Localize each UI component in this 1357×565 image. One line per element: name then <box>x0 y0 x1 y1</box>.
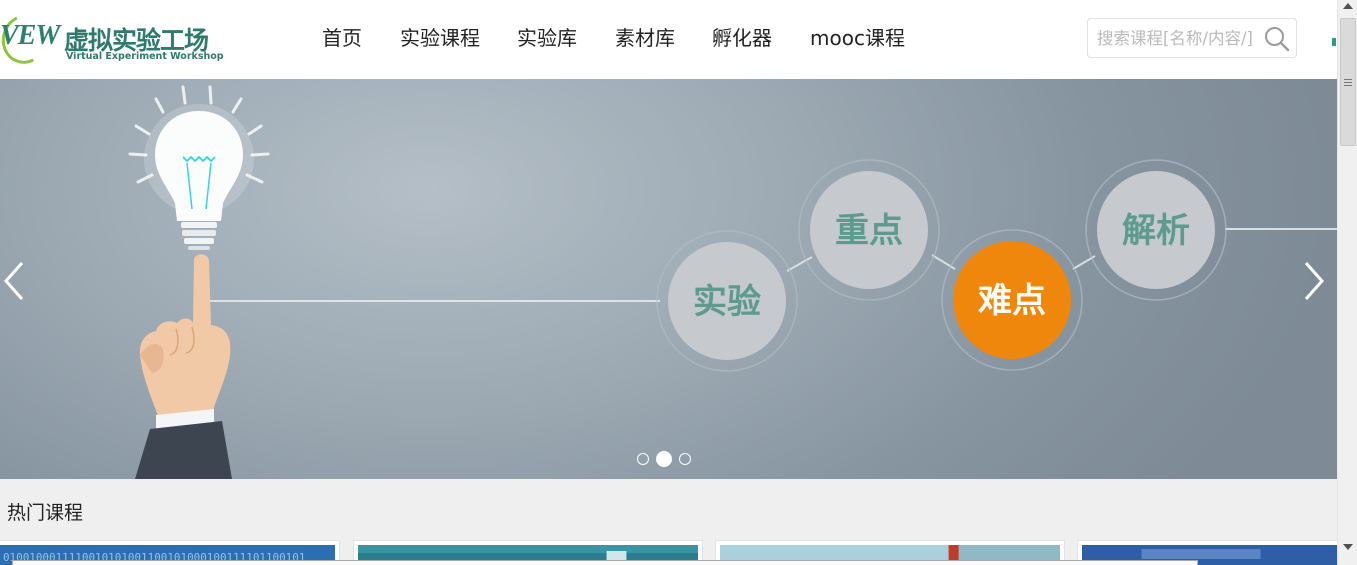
scroll-up-arrow-icon[interactable] <box>1343 3 1353 9</box>
chevron-left-icon <box>3 262 24 300</box>
bubble-label-jiexi: 解析 <box>1122 211 1190 251</box>
carousel-next-button[interactable] <box>1298 259 1330 303</box>
vertical-scrollbar[interactable] <box>1337 0 1357 565</box>
nav-item-mooc[interactable]: mooc课程 <box>810 24 905 52</box>
nav-item-home[interactable]: 首页 <box>322 24 362 52</box>
bubble-label-shiyan: 实验 <box>693 282 761 322</box>
horizontal-scroll-edge <box>12 560 1198 565</box>
hero-carousel: 实验 重点 难点 解析 <box>0 79 1337 479</box>
bubble-label-zhongdian: 重点 <box>835 211 903 251</box>
edge-marker <box>1332 38 1336 46</box>
logo-mark: VEW <box>0 20 60 51</box>
nav-item-materials[interactable]: 素材库 <box>615 24 675 52</box>
carousel-dot-2[interactable] <box>656 451 672 467</box>
logo-name-en: Virtual Experiment Workshop <box>66 51 224 62</box>
bubble-label-nandian: 难点 <box>978 281 1046 321</box>
carousel-dot-3[interactable] <box>679 453 691 465</box>
search-icon[interactable] <box>1263 25 1291 53</box>
scrollbar-thumb[interactable] <box>1340 18 1356 146</box>
search-input[interactable] <box>1088 19 1260 57</box>
site-logo[interactable]: VEW 虚拟实验工场 Virtual Experiment Workshop <box>0 7 240 71</box>
carousel-prev-button[interactable] <box>0 259 32 303</box>
hot-courses-title: 热门课程 <box>7 502 84 524</box>
carousel-dot-1[interactable] <box>637 453 649 465</box>
nav-item-lab-library[interactable]: 实验库 <box>517 24 577 52</box>
scroll-down-arrow-icon[interactable] <box>1343 544 1353 550</box>
site-header: VEW 虚拟实验工场 Virtual Experiment Workshop 首… <box>0 0 1337 79</box>
grip-icon <box>1344 79 1352 86</box>
search-box <box>1087 18 1297 58</box>
banner-illustration: 实验 重点 难点 解析 <box>128 85 1337 479</box>
nav-item-courses[interactable]: 实验课程 <box>400 24 480 52</box>
chevron-right-icon <box>1304 262 1325 300</box>
carousel-indicators <box>634 450 694 468</box>
nav-item-incubator[interactable]: 孵化器 <box>712 24 772 52</box>
